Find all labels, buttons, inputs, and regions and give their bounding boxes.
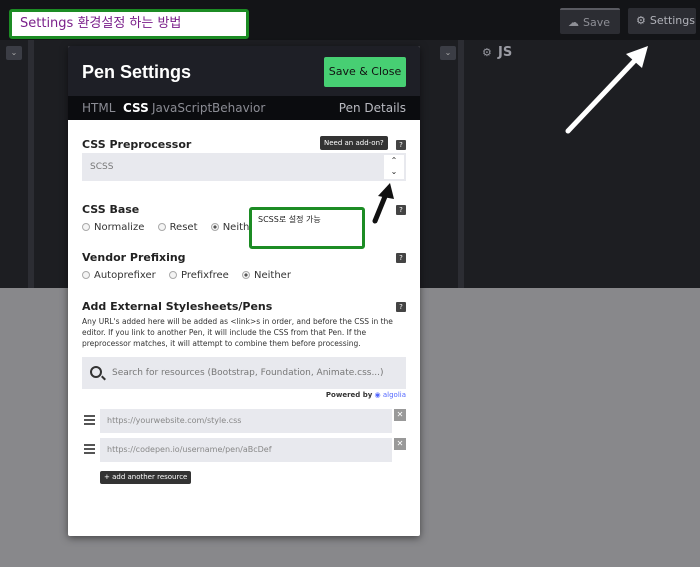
save-button-label: Save xyxy=(583,16,611,29)
radio-reset[interactable]: Reset xyxy=(157,222,198,233)
resource-row: https://yourwebsite.com/style.css ✕ xyxy=(82,409,406,433)
close-icon[interactable]: ✕ xyxy=(394,438,406,450)
radio-normalize[interactable]: Normalize xyxy=(82,222,144,233)
preprocessor-select[interactable]: SCSS ⌃ ⌄ xyxy=(82,153,406,181)
editor-column-html xyxy=(0,40,34,288)
help-icon[interactable]: ? xyxy=(396,302,406,312)
search-placeholder: Search for resources (Bootstrap, Foundat… xyxy=(112,368,384,378)
annotation-note: SCSS로 설정 가능 xyxy=(249,207,365,249)
save-button[interactable]: ☁ Save xyxy=(560,8,620,34)
modal-title: Pen Settings xyxy=(82,62,192,82)
vendor-prefixing-label: Vendor Prefixing xyxy=(82,251,186,264)
preprocessor-selected-value: SCSS xyxy=(90,162,114,172)
gear-icon: ⚙ xyxy=(482,46,492,59)
settings-tabs: HTML CSS JavaScript Behavior Pen Details xyxy=(68,96,420,120)
resource-url-input[interactable]: https://codepen.io/username/pen/aBcDef xyxy=(100,438,392,462)
css-editor-menu-button[interactable]: ⌄ xyxy=(440,46,456,60)
tab-css[interactable]: CSS xyxy=(123,96,149,120)
tab-behavior[interactable]: Behavior xyxy=(212,96,265,120)
radio-prefixfree[interactable]: Prefixfree xyxy=(168,270,229,281)
resource-row: https://codepen.io/username/pen/aBcDef ✕ xyxy=(82,438,406,462)
chevron-updown-icon: ⌃ ⌄ xyxy=(384,155,404,179)
tab-javascript[interactable]: JavaScript xyxy=(152,96,212,120)
powered-by-algolia: Powered by ◉ algolia xyxy=(325,391,406,399)
drag-handle-icon[interactable] xyxy=(84,444,95,455)
radio-neither-prefix[interactable]: Neither xyxy=(242,270,291,281)
help-icon[interactable]: ? xyxy=(396,140,406,150)
close-icon[interactable]: ✕ xyxy=(394,409,406,421)
prefixing-options: Autoprefixer Prefixfree Neither xyxy=(82,270,301,281)
html-editor-menu-button[interactable]: ⌄ xyxy=(6,46,22,60)
settings-button[interactable]: ⚙ Settings xyxy=(628,8,696,34)
help-icon[interactable]: ? xyxy=(396,205,406,215)
external-description: Any URL's added here will be added as <l… xyxy=(82,317,393,348)
radio-autoprefixer[interactable]: Autoprefixer xyxy=(82,270,156,281)
settings-button-label: Settings xyxy=(649,14,695,27)
modal-header: Pen Settings Save & Close xyxy=(68,46,420,96)
add-resource-button[interactable]: + add another resource xyxy=(100,471,192,484)
css-base-label: CSS Base xyxy=(82,203,140,216)
tab-pen-details[interactable]: Pen Details xyxy=(339,96,406,120)
external-stylesheets-label: Add External Stylesheets/Pens xyxy=(82,300,273,313)
help-icon[interactable]: ? xyxy=(396,253,406,263)
gear-icon: ⚙ xyxy=(636,14,646,27)
resource-url-input[interactable]: https://yourwebsite.com/style.css xyxy=(100,409,392,433)
tab-html[interactable]: HTML xyxy=(82,96,115,120)
annotation-title: Settings 환경설정 하는 방법 xyxy=(9,9,249,39)
css-base-options: Normalize Reset Neither xyxy=(82,222,270,233)
pen-settings-modal: Pen Settings Save & Close HTML CSS JavaS… xyxy=(68,46,420,536)
resource-search-input[interactable]: Search for resources (Bootstrap, Foundat… xyxy=(82,357,406,389)
preprocessor-label: CSS Preprocessor xyxy=(82,138,192,151)
search-icon xyxy=(90,366,102,378)
editor-column-js xyxy=(464,40,700,288)
js-editor-label: JS xyxy=(498,45,513,60)
need-addon-button[interactable]: Need an add-on? xyxy=(320,136,388,150)
drag-handle-icon[interactable] xyxy=(84,415,95,426)
cloud-icon: ☁ xyxy=(568,16,579,29)
save-close-button[interactable]: Save & Close xyxy=(324,57,406,87)
